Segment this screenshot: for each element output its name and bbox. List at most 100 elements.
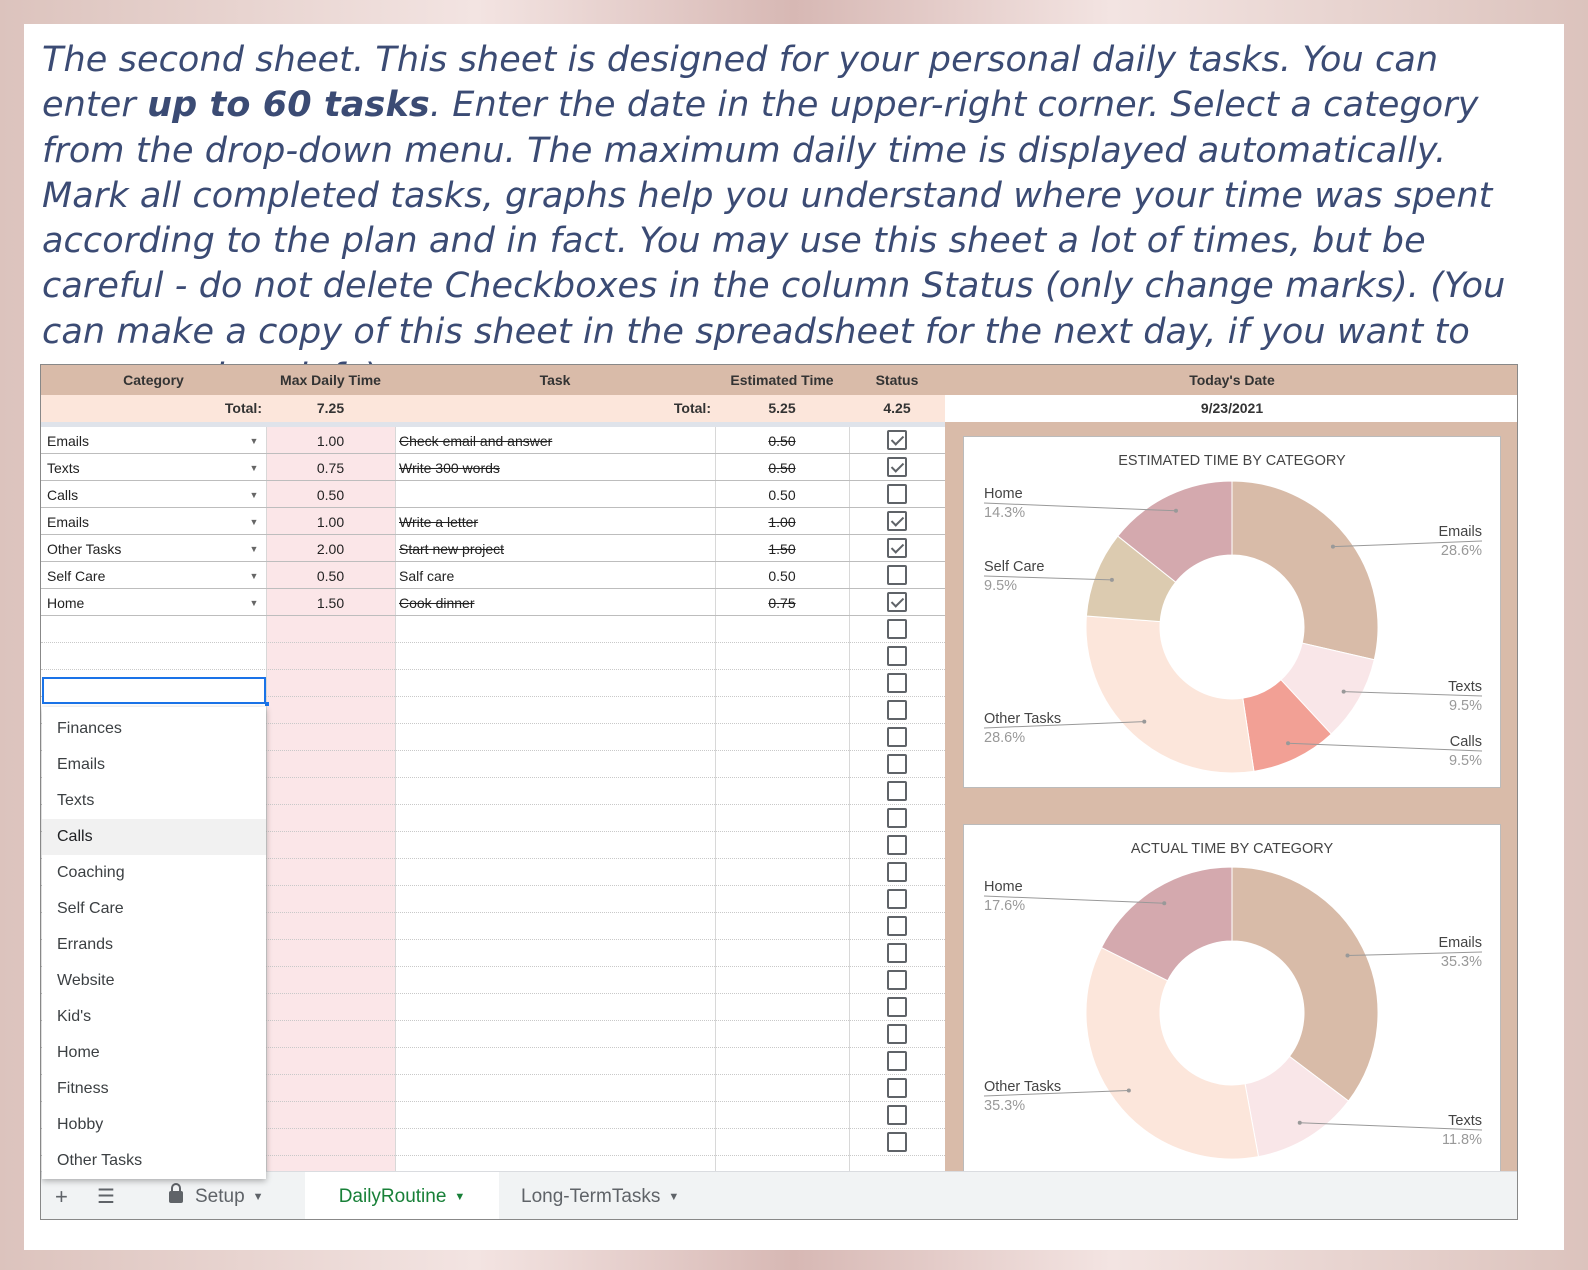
status-checkbox[interactable] <box>887 511 907 531</box>
dropdown-arrow-icon[interactable]: ▼ <box>247 562 261 589</box>
status-checkbox[interactable] <box>887 889 907 909</box>
actual-time-chart[interactable]: ACTUAL TIME BY CATEGORY Emails 35.3% Texts… <box>963 824 1501 1204</box>
header-estimated-time[interactable]: Estimated Time <box>715 365 849 395</box>
status-checkbox[interactable] <box>887 1105 907 1125</box>
date-cell[interactable]: 9/23/2021 <box>945 395 1517 422</box>
max-total[interactable]: 7.25 <box>266 395 395 422</box>
estimated-time-cell[interactable]: 1.00 <box>715 508 849 535</box>
task-cell[interactable]: Start new project <box>399 535 709 562</box>
status-total[interactable]: 4.25 <box>849 395 945 422</box>
slice-other-tasks[interactable] <box>1085 615 1255 774</box>
dropdown-arrow-icon[interactable]: ▼ <box>247 427 261 454</box>
dropdown-arrow-icon[interactable]: ▼ <box>247 508 261 535</box>
selected-category-cell[interactable] <box>42 677 266 704</box>
fill-handle[interactable] <box>265 702 269 706</box>
max-time-cell: 0.50 <box>316 568 345 584</box>
status-checkbox[interactable] <box>887 754 907 774</box>
estimated-total[interactable]: 5.25 <box>715 395 849 422</box>
status-checkbox[interactable] <box>887 565 907 585</box>
status-checkbox[interactable] <box>887 484 907 504</box>
dropdown-option[interactable]: Kid's <box>42 999 266 1035</box>
estimated-time-cell[interactable]: 0.75 <box>715 589 849 616</box>
task-cell[interactable]: Salf care <box>399 562 709 589</box>
status-checkbox[interactable] <box>887 943 907 963</box>
status-checkbox[interactable] <box>887 727 907 747</box>
header-status[interactable]: Status <box>849 365 945 395</box>
status-checkbox[interactable] <box>887 1078 907 1098</box>
category-cell[interactable]: Other Tasks <box>47 535 247 562</box>
task-cell[interactable]: Check email and answer <box>399 427 709 454</box>
plus-icon[interactable]: + <box>55 1172 68 1219</box>
status-checkbox[interactable] <box>887 700 907 720</box>
header-todays-date[interactable]: Today's Date <box>945 365 1517 395</box>
dropdown-option[interactable]: Home <box>42 1035 266 1071</box>
category-cell[interactable]: Self Care <box>47 562 247 589</box>
category-cell[interactable]: Texts <box>47 454 247 481</box>
status-checkbox[interactable] <box>887 592 907 612</box>
dropdown-option[interactable]: Calls <box>42 819 266 855</box>
status-checkbox[interactable] <box>887 997 907 1017</box>
table-row: Self Care ▼ 0.50 Salf care 0.50 <box>41 562 945 589</box>
leader-dot <box>1341 689 1346 694</box>
dropdown-arrow-icon[interactable]: ▼ <box>247 589 261 616</box>
status-checkbox[interactable] <box>887 1024 907 1044</box>
task-cell[interactable]: Cook dinner <box>399 589 709 616</box>
dropdown-arrow-icon[interactable]: ▼ <box>247 535 261 562</box>
task-cell[interactable]: Write a letter <box>399 508 709 535</box>
status-checkbox[interactable] <box>887 970 907 990</box>
slice-emails[interactable] <box>1231 866 1379 1102</box>
header-category[interactable]: Category <box>41 365 266 395</box>
tab-setup[interactable]: Setup ▼ <box>149 1172 284 1219</box>
tab-dailyroutine[interactable]: DailyRoutine ▼ <box>305 1172 499 1219</box>
tab-long-termtasks[interactable]: Long-TermTasks ▼ <box>501 1172 699 1219</box>
category-cell[interactable]: Emails <box>47 427 247 454</box>
dropdown-arrow-icon[interactable]: ▼ <box>247 454 261 481</box>
status-checkbox[interactable] <box>887 1132 907 1152</box>
slice-emails[interactable] <box>1231 480 1379 661</box>
status-checkbox[interactable] <box>887 808 907 828</box>
status-checkbox[interactable] <box>887 619 907 639</box>
slice-percent: 9.5% <box>1449 753 1482 769</box>
status-checkbox[interactable] <box>887 430 907 450</box>
dropdown-option[interactable]: Other Tasks <box>42 1143 266 1179</box>
status-checkbox[interactable] <box>887 916 907 936</box>
category-cell[interactable]: Calls <box>47 481 247 508</box>
status-checkbox[interactable] <box>887 538 907 558</box>
slice-label: Other Tasks <box>984 711 1061 727</box>
estimated-time-cell[interactable]: 0.50 <box>715 427 849 454</box>
status-checkbox[interactable] <box>887 1051 907 1071</box>
dropdown-option[interactable]: Website <box>42 963 266 999</box>
dropdown-option[interactable]: Finances <box>42 711 266 747</box>
sheet-list-icon[interactable]: ☰ <box>97 1172 115 1219</box>
slice-other-tasks[interactable] <box>1085 946 1260 1160</box>
estimated-time-cell[interactable]: 0.50 <box>715 481 849 508</box>
dropdown-option[interactable]: Coaching <box>42 855 266 891</box>
leader-dot <box>1173 508 1178 513</box>
header-task[interactable]: Task <box>395 365 715 395</box>
dropdown-arrow-icon[interactable]: ▼ <box>247 481 261 508</box>
dropdown-option[interactable]: Texts <box>42 783 266 819</box>
task-cell[interactable] <box>399 481 709 508</box>
status-checkbox[interactable] <box>887 673 907 693</box>
category-cell[interactable]: Emails <box>47 508 247 535</box>
status-checkbox[interactable] <box>887 862 907 882</box>
header-max-daily-time[interactable]: Max Daily Time <box>266 365 395 395</box>
table-row: Emails ▼ 1.00 Check email and answer 0.50 <box>41 427 945 454</box>
table-row: Calls ▼ 0.50 0.50 <box>41 481 945 508</box>
dropdown-option[interactable]: Emails <box>42 747 266 783</box>
dropdown-option[interactable]: Errands <box>42 927 266 963</box>
dropdown-option[interactable]: Hobby <box>42 1107 266 1143</box>
status-checkbox[interactable] <box>887 646 907 666</box>
task-cell[interactable]: Write 300 words <box>399 454 709 481</box>
actual-donut: Emails 35.3% Texts 11.8% Other Tasks 35.3% Hom… <box>983 866 1482 1160</box>
status-checkbox[interactable] <box>887 835 907 855</box>
category-cell[interactable]: Home <box>47 589 247 616</box>
estimated-time-cell[interactable]: 1.50 <box>715 535 849 562</box>
estimated-time-chart[interactable]: ESTIMATED TIME BY CATEGORY Emails 28.6% Te… <box>963 436 1501 788</box>
status-checkbox[interactable] <box>887 457 907 477</box>
dropdown-option[interactable]: Self Care <box>42 891 266 927</box>
dropdown-option[interactable]: Fitness <box>42 1071 266 1107</box>
estimated-time-cell[interactable]: 0.50 <box>715 562 849 589</box>
estimated-time-cell[interactable]: 0.50 <box>715 454 849 481</box>
status-checkbox[interactable] <box>887 781 907 801</box>
